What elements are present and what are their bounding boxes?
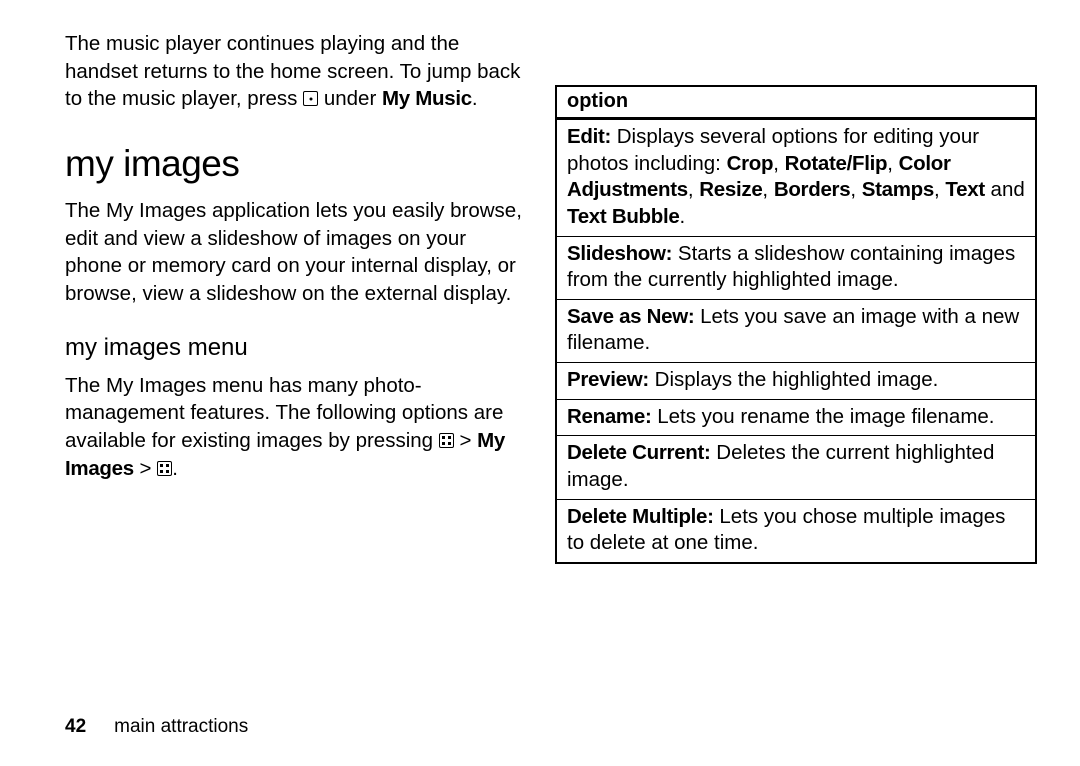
page-footer: 42 main attractions bbox=[65, 716, 248, 738]
table-row: Slideshow: Starts a slideshow containing… bbox=[557, 237, 1035, 300]
row-text: . bbox=[680, 205, 686, 228]
table-row: Edit: Displays several options for editi… bbox=[557, 120, 1035, 237]
intro-period: . bbox=[472, 87, 478, 110]
row-text: , bbox=[688, 178, 699, 201]
row-text: , bbox=[850, 178, 861, 201]
softkey-icon bbox=[303, 91, 318, 106]
row-bold: Edit: bbox=[567, 125, 611, 148]
left-column: The music player continues playing and t… bbox=[65, 30, 525, 564]
intro-text-mid: under bbox=[318, 87, 382, 110]
table-row: Delete Current: Deletes the current high… bbox=[557, 436, 1035, 499]
row-bold: Text bbox=[945, 178, 984, 201]
section-title: my images bbox=[65, 143, 525, 185]
menu-key-icon-2 bbox=[157, 461, 172, 476]
table-row: Delete Multiple: Lets you chose multiple… bbox=[557, 500, 1035, 562]
option-table: option Edit: Displays several options fo… bbox=[555, 85, 1037, 564]
table-row: Save as New: Lets you save an image with… bbox=[557, 300, 1035, 363]
row-text: , bbox=[887, 152, 898, 175]
row-bold: Stamps bbox=[862, 178, 934, 201]
row-bold: Resize bbox=[699, 178, 762, 201]
row-bold: Delete Multiple: bbox=[567, 505, 714, 528]
row-bold: Rotate/Flip bbox=[785, 152, 888, 175]
subsection-title: my images menu bbox=[65, 334, 525, 362]
table-row: Preview: Displays the highlighted image. bbox=[557, 363, 1035, 400]
row-bold: Slideshow: bbox=[567, 242, 672, 265]
row-text: Lets you rename the image filename. bbox=[652, 405, 995, 428]
row-bold: Preview: bbox=[567, 368, 649, 391]
right-column: option Edit: Displays several options fo… bbox=[555, 30, 1037, 564]
table-row: Rename: Lets you rename the image filena… bbox=[557, 400, 1035, 437]
row-bold: Text Bubble bbox=[567, 205, 680, 228]
description-paragraph: The My Images application lets you easil… bbox=[65, 197, 525, 308]
page-number: 42 bbox=[65, 716, 86, 737]
row-bold: Crop bbox=[727, 152, 774, 175]
menu-text1: The My Images menu has many photo-manage… bbox=[65, 374, 503, 452]
row-text: , bbox=[934, 178, 945, 201]
menu-sep2: > bbox=[134, 457, 157, 480]
footer-label: main attractions bbox=[114, 716, 248, 737]
intro-paragraph: The music player continues playing and t… bbox=[65, 30, 525, 113]
menu-period: . bbox=[172, 457, 178, 480]
intro-bold-mymusic: My Music bbox=[382, 87, 472, 110]
row-bold: Borders bbox=[774, 178, 851, 201]
menu-sep1: > bbox=[454, 429, 477, 452]
row-text: , bbox=[762, 178, 773, 201]
row-text: , bbox=[773, 152, 784, 175]
row-bold: Save as New: bbox=[567, 305, 694, 328]
row-text: and bbox=[985, 178, 1025, 201]
menu-key-icon bbox=[439, 433, 454, 448]
row-text: Displays the highlighted image. bbox=[649, 368, 938, 391]
row-bold: Delete Current: bbox=[567, 441, 711, 464]
menu-paragraph: The My Images menu has many photo-manage… bbox=[65, 372, 525, 483]
option-table-header: option bbox=[557, 87, 1035, 120]
row-bold: Rename: bbox=[567, 405, 652, 428]
